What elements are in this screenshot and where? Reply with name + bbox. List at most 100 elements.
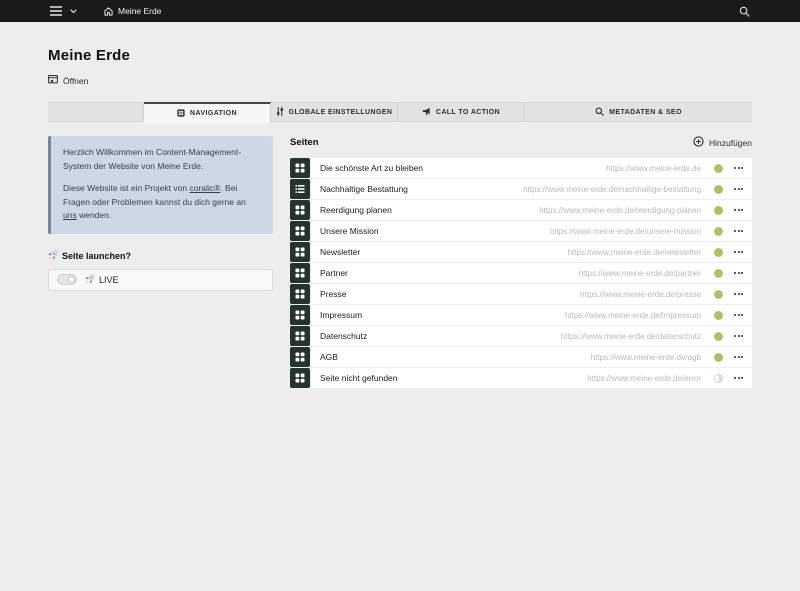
- info-paragraph-2: Diese Website ist ein Projekt von corali…: [63, 182, 261, 223]
- tab-metadata-seo[interactable]: METADATEN & SEO: [525, 103, 752, 121]
- status-dot-live: [714, 290, 723, 299]
- status-dot-live: [714, 164, 723, 173]
- page-row[interactable]: Datenschutz https://www.meine-erde.de/da…: [290, 326, 752, 346]
- search-icon[interactable]: [739, 6, 750, 17]
- live-toggle[interactable]: [57, 274, 77, 285]
- status-dot-live: [714, 353, 723, 362]
- welcome-info-box: Herzlich Willkommen im Content-Managemen…: [48, 136, 273, 234]
- page-row[interactable]: Die schönste Art zu bleiben https://www.…: [290, 158, 752, 178]
- tab-label: NAVIGATION: [190, 110, 237, 117]
- breadcrumb[interactable]: Meine Erde: [97, 4, 168, 18]
- page-row[interactable]: Nachhaltige Bestattung https://www.meine…: [290, 179, 752, 199]
- add-page-button[interactable]: Hinzufügen: [693, 136, 752, 149]
- tab-navigation[interactable]: NAVIGATION: [144, 102, 271, 123]
- page-url: https://www.meine-erde.de: [606, 164, 701, 173]
- tab-label: METADATEN & SEO: [609, 109, 682, 116]
- page-row[interactable]: Presse https://www.meine-erde.de/presse: [290, 284, 752, 304]
- row-menu-button[interactable]: [734, 356, 743, 358]
- rocket-icon: [48, 250, 58, 262]
- launch-question: Seite launchen?: [48, 250, 273, 262]
- page-title: Meine Erde: [48, 47, 752, 64]
- page-name: Unsere Mission: [320, 226, 379, 236]
- page-name: AGB: [320, 352, 338, 362]
- page-name: Impressum: [320, 310, 362, 320]
- status-dot-live: [714, 227, 723, 236]
- row-menu-button[interactable]: [734, 167, 743, 169]
- tab-global-settings[interactable]: GLOBALE EINSTELLUNGEN: [271, 103, 398, 121]
- row-menu-button[interactable]: [734, 209, 743, 211]
- open-window-icon: [48, 75, 58, 86]
- row-menu-button[interactable]: [734, 293, 743, 295]
- page-name: Datenschutz: [320, 331, 367, 341]
- open-site-button[interactable]: Öffnen: [48, 75, 88, 86]
- page-url: https://www.meine-erde.de/unsere-mission: [550, 227, 701, 236]
- page-name: Presse: [320, 289, 346, 299]
- page-name: Nachhaltige Bestattung: [320, 184, 408, 194]
- status-dot-draft: [714, 374, 723, 383]
- page-type-icon: [290, 179, 310, 199]
- page-url: https://www.meine-erde.de/partner: [579, 269, 701, 278]
- page-type-icon: [290, 221, 310, 241]
- page-type-icon: [290, 347, 310, 367]
- live-label: LIVE: [99, 275, 119, 285]
- megaphone-icon: [422, 107, 431, 118]
- page-row[interactable]: Impressum https://www.meine-erde.de/impr…: [290, 305, 752, 325]
- page-url: https://www.meine-erde.de/presse: [580, 290, 701, 299]
- pages-list: Die schönste Art zu bleiben https://www.…: [290, 158, 752, 388]
- tab-spacer: [48, 103, 144, 121]
- chevron-down-icon[interactable]: [70, 9, 77, 14]
- info-paragraph-1: Herzlich Willkommen im Content-Managemen…: [63, 146, 261, 173]
- row-menu-button[interactable]: [734, 335, 743, 337]
- status-dot-live: [714, 206, 723, 215]
- page-name: Newsletter: [320, 247, 360, 257]
- tab-call-to-action[interactable]: CALL TO ACTION: [398, 103, 525, 121]
- page-type-icon: [290, 326, 310, 346]
- page-row[interactable]: Seite nicht gefunden https://www.meine-e…: [290, 368, 752, 388]
- navigation-tab-icon: [177, 109, 185, 119]
- open-site-label: Öffnen: [63, 76, 88, 86]
- home-icon: [104, 7, 113, 16]
- row-menu-button[interactable]: [734, 188, 743, 190]
- coralic-link[interactable]: coralic®: [189, 183, 220, 193]
- status-dot-live: [714, 248, 723, 257]
- page-type-icon: [290, 284, 310, 304]
- row-menu-button[interactable]: [734, 251, 743, 253]
- page-type-icon: [290, 242, 310, 262]
- row-menu-button[interactable]: [734, 230, 743, 232]
- page-type-icon: [290, 305, 310, 325]
- topbar: Meine Erde: [0, 0, 800, 22]
- add-page-label: Hinzufügen: [709, 138, 752, 148]
- page-url: https://www.meine-erde.de/newsletter: [568, 248, 701, 257]
- page-row[interactable]: Partner https://www.meine-erde.de/partne…: [290, 263, 752, 283]
- row-menu-button[interactable]: [734, 272, 743, 274]
- contact-link[interactable]: uns: [63, 210, 77, 220]
- row-menu-button[interactable]: [734, 377, 743, 379]
- sliders-icon: [276, 107, 284, 118]
- page-url: https://www.meine-erde.de/impressum: [565, 311, 701, 320]
- page-url: https://www.meine-erde.de/error: [587, 374, 701, 383]
- page-type-icon: [290, 368, 310, 388]
- pages-section-title: Seiten: [290, 137, 319, 148]
- launch-toggle-box: LIVE: [48, 269, 273, 291]
- page-row[interactable]: Reerdigung planen https://www.meine-erde…: [290, 200, 752, 220]
- toggle-knob: [68, 276, 75, 283]
- page-name: Seite nicht gefunden: [320, 373, 398, 383]
- page-row[interactable]: AGB https://www.meine-erde.de/agb: [290, 347, 752, 367]
- row-menu-button[interactable]: [734, 314, 743, 316]
- rocket-icon: [85, 274, 95, 286]
- magnifier-icon: [595, 107, 604, 118]
- page-row[interactable]: Newsletter https://www.meine-erde.de/new…: [290, 242, 752, 262]
- hamburger-menu-icon[interactable]: [50, 6, 62, 16]
- page-url: https://www.meine-erde.de/agb: [591, 353, 701, 362]
- page-url: https://www.meine-erde.de/reerdigung-pla…: [539, 206, 701, 215]
- page-name: Reerdigung planen: [320, 205, 392, 215]
- page-type-icon: [290, 158, 310, 178]
- tab-label: GLOBALE EINSTELLUNGEN: [289, 109, 393, 116]
- status-dot-live: [714, 269, 723, 278]
- tabbar: NAVIGATION GLOBALE EINSTELLUNGEN CALL TO…: [48, 102, 752, 122]
- page-type-icon: [290, 200, 310, 220]
- page-url: https://www.meine-erde.de/nachhaltige-be…: [523, 185, 701, 194]
- page-type-icon: [290, 263, 310, 283]
- page-row[interactable]: Unsere Mission https://www.meine-erde.de…: [290, 221, 752, 241]
- breadcrumb-label: Meine Erde: [118, 6, 161, 16]
